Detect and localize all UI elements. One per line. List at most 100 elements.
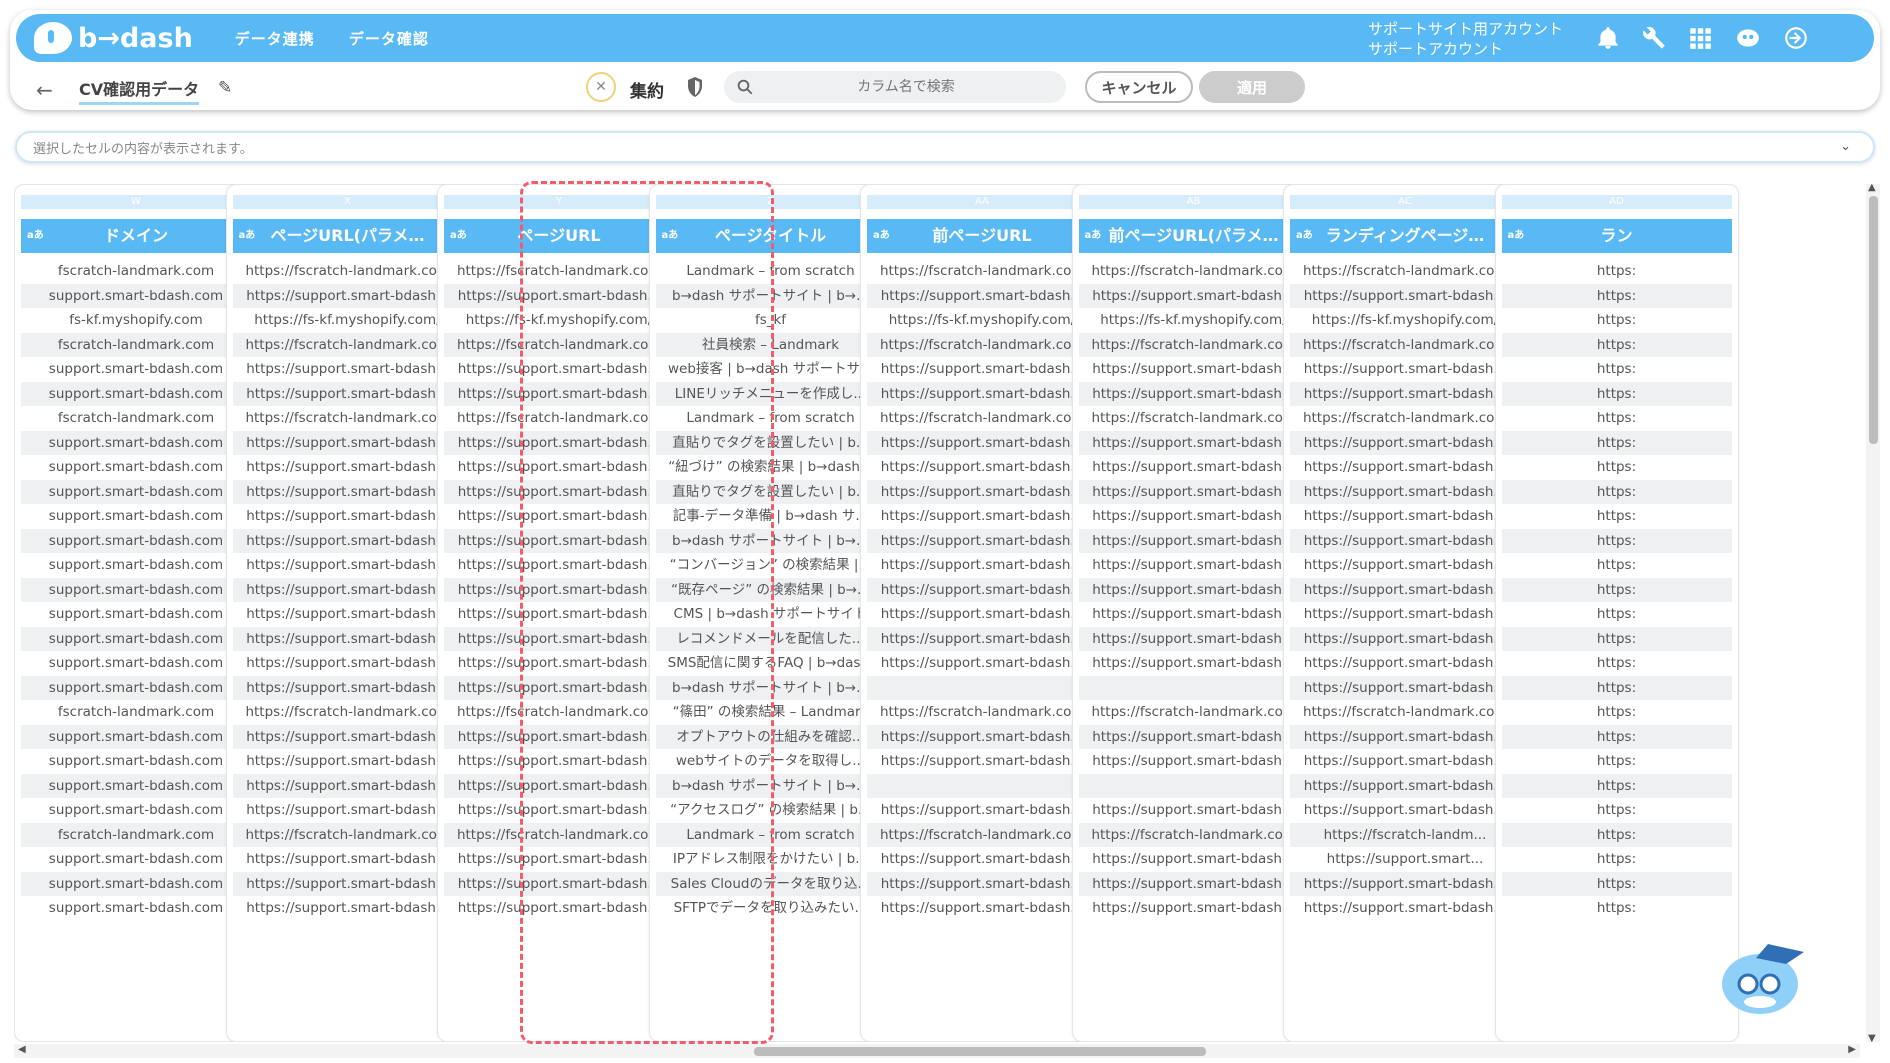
table-cell[interactable]: https://support.smart-bdash...: [444, 675, 674, 700]
table-cell[interactable]: https://support.smart-bdash...: [232, 381, 463, 406]
table-cell[interactable]: https:: [1501, 430, 1732, 455]
scroll-left-arrow-icon[interactable]: ◀: [18, 1044, 26, 1055]
column-letter[interactable]: Z: [655, 195, 886, 209]
bell-icon[interactable]: [1594, 24, 1622, 52]
table-cell[interactable]: https:: [1501, 773, 1732, 798]
table-cell[interactable]: https://support.smart-bdash...: [867, 798, 1097, 823]
column-header[interactable]: aあ 前ページURL: [867, 219, 1097, 253]
table-cell[interactable]: https://support.smart-bdash...: [1290, 749, 1520, 774]
table-cell[interactable]: https://support.smart-bdash...: [444, 430, 674, 455]
table-cell[interactable]: https://support.smart-bdash...: [867, 724, 1097, 749]
table-cell[interactable]: https://support.smart-bdash...: [867, 749, 1097, 774]
table-cell[interactable]: https://fscratch-landmark.co...: [232, 332, 463, 357]
table-cell[interactable]: https://support.smart-bdash...: [867, 847, 1097, 872]
table-cell[interactable]: https://support.smart-bdash...: [1078, 381, 1309, 406]
table-cell[interactable]: https://support.smart-bdash...: [232, 651, 463, 676]
table-cell[interactable]: support.smart-bdash.com: [21, 724, 251, 749]
table-cell[interactable]: https://support.smart-bdash...: [1078, 847, 1309, 872]
table-cell[interactable]: https://support.smart-bdash...: [867, 357, 1097, 382]
table-cell[interactable]: https:: [1501, 798, 1732, 823]
table-cell[interactable]: https://support.smart-bdash...: [867, 455, 1097, 480]
table-cell[interactable]: https://support.smart-bdash...: [444, 381, 674, 406]
column-letter[interactable]: AB: [1078, 195, 1309, 209]
nav-data-integration[interactable]: データ連携: [235, 28, 315, 49]
table-cell[interactable]: 社員検索 – Landmark: [655, 332, 886, 357]
scroll-right-arrow-icon[interactable]: ▶: [1848, 1044, 1856, 1055]
table-cell[interactable]: https:: [1501, 822, 1732, 847]
table-cell[interactable]: https://support.smart-bdash...: [232, 675, 463, 700]
nav-data-check[interactable]: データ確認: [349, 28, 429, 49]
table-cell[interactable]: https://support.smart-bdash...: [444, 847, 674, 872]
table-cell[interactable]: https://support.smart-bdash...: [1290, 455, 1520, 480]
table-cell[interactable]: LINEリッチメニューを作成し...: [655, 381, 886, 406]
help-mascot-icon[interactable]: [1716, 930, 1808, 1022]
table-cell[interactable]: https:: [1501, 504, 1732, 529]
table-cell[interactable]: https://support.smart...: [1290, 847, 1520, 872]
table-cell[interactable]: https:: [1501, 528, 1732, 553]
column-letter[interactable]: W: [21, 195, 251, 209]
table-cell[interactable]: https://fscratch-landm...: [1290, 822, 1520, 847]
table-cell[interactable]: https://support.smart-bdash...: [1290, 675, 1520, 700]
table-cell[interactable]: support.smart-bdash.com: [21, 749, 251, 774]
table-cell[interactable]: https://support.smart-bdash...: [1078, 798, 1309, 823]
table-cell[interactable]: https://support.smart-bdash...: [1078, 430, 1309, 455]
table-cell[interactable]: https://support.smart-bdash...: [444, 871, 674, 896]
table-cell[interactable]: https://support.smart-bdash...: [1290, 479, 1520, 504]
table-cell[interactable]: support.smart-bdash.com: [21, 896, 251, 921]
table-cell[interactable]: https://support.smart-bdash...: [232, 455, 463, 480]
table-cell[interactable]: fs-kf.myshopify.com: [21, 308, 251, 333]
table-cell[interactable]: 直貼りでタグを設置したい | b...: [655, 430, 886, 455]
table-cell[interactable]: https://support.smart-bdash...: [444, 455, 674, 480]
table-cell[interactable]: https://support.smart-bdash...: [1290, 381, 1520, 406]
support-mascot-icon[interactable]: [1734, 24, 1762, 52]
table-cell[interactable]: support.smart-bdash.com: [21, 357, 251, 382]
table-cell[interactable]: https://fscratch-landmark.co...: [1290, 406, 1520, 431]
table-cell[interactable]: https://fscratch-landmark.co...: [232, 700, 463, 725]
column-letter[interactable]: AD: [1501, 195, 1732, 209]
table-cell[interactable]: https://support.smart-bdash...: [232, 773, 463, 798]
table-cell[interactable]: https://support.smart-bdash...: [1290, 896, 1520, 921]
table-cell[interactable]: https://fs-kf.myshopify.com/: [1290, 308, 1520, 333]
table-cell[interactable]: https://support.smart-bdash...: [444, 724, 674, 749]
grid-menu-icon[interactable]: [1686, 24, 1714, 52]
table-cell[interactable]: web接客 | b→dash サポートサ...: [655, 357, 886, 382]
table-cell[interactable]: https:: [1501, 332, 1732, 357]
table-cell[interactable]: https://support.smart-bdash...: [867, 602, 1097, 627]
table-cell[interactable]: https:: [1501, 602, 1732, 627]
cancel-button[interactable]: キャンセル: [1085, 71, 1193, 103]
table-cell[interactable]: https://support.smart-bdash...: [444, 577, 674, 602]
table-cell[interactable]: support.smart-bdash.com: [21, 455, 251, 480]
table-cell[interactable]: https:: [1501, 381, 1732, 406]
table-cell[interactable]: https://support.smart-bdash...: [867, 871, 1097, 896]
shield-icon[interactable]: [686, 76, 704, 98]
table-cell[interactable]: support.smart-bdash.com: [21, 430, 251, 455]
table-cell[interactable]: https://support.smart-bdash...: [444, 651, 674, 676]
table-cell[interactable]: https://support.smart-bdash...: [1078, 871, 1309, 896]
table-cell[interactable]: https://fs-kf.myshopify.com/: [444, 308, 674, 333]
table-cell[interactable]: https://support.smart-bdash...: [867, 896, 1097, 921]
table-cell[interactable]: support.smart-bdash.com: [21, 602, 251, 627]
table-cell[interactable]: CMS | b→dash サポートサイト: [655, 602, 886, 627]
table-cell[interactable]: “コンバージョン” の検索結果 |...: [655, 553, 886, 578]
table-cell[interactable]: https://fscratch-landmark.co...: [1078, 822, 1309, 847]
table-cell[interactable]: https:: [1501, 651, 1732, 676]
table-cell[interactable]: https://fs-kf.myshopify.com/: [1078, 308, 1309, 333]
table-cell[interactable]: support.smart-bdash.com: [21, 675, 251, 700]
table-cell[interactable]: https://support.smart-bdash...: [1078, 553, 1309, 578]
selected-cell-content-bar[interactable]: 選択したセルの内容が表示されます。 ⌄: [15, 131, 1875, 163]
table-cell[interactable]: https://fscratch-landmark.co...: [867, 700, 1097, 725]
column-header[interactable]: aあ ラン: [1501, 219, 1732, 253]
table-cell[interactable]: support.smart-bdash.com: [21, 577, 251, 602]
table-cell[interactable]: support.smart-bdash.com: [21, 798, 251, 823]
table-cell[interactable]: https:: [1501, 675, 1732, 700]
column-header[interactable]: aあ ページURL(パラメ…: [232, 219, 463, 253]
table-cell[interactable]: support.smart-bdash.com: [21, 504, 251, 529]
table-cell[interactable]: https://fs-kf.myshopify.com/: [867, 308, 1097, 333]
table-cell[interactable]: fscratch-landmark.com: [21, 700, 251, 725]
table-cell[interactable]: support.smart-bdash.com: [21, 283, 251, 308]
table-cell[interactable]: https://support.smart-bdash...: [1078, 283, 1309, 308]
table-cell[interactable]: https://support.smart-bdash...: [232, 504, 463, 529]
table-cell[interactable]: Landmark – from scratch: [655, 822, 886, 847]
table-cell[interactable]: https:: [1501, 700, 1732, 725]
table-cell[interactable]: レコメンドメールを配信した...: [655, 626, 886, 651]
